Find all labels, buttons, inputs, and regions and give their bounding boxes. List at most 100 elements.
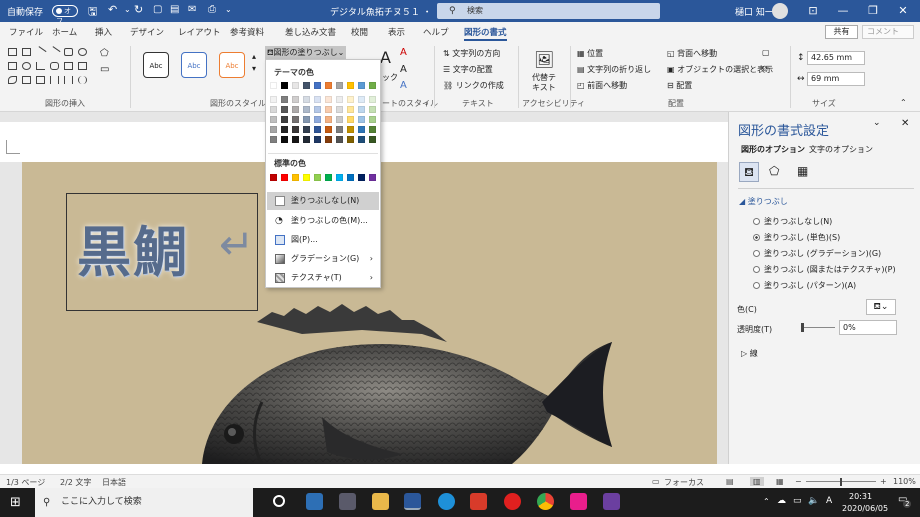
group-objects-icon[interactable]: ▢	[762, 48, 770, 57]
theme-color-shade-swatch[interactable]	[270, 96, 277, 103]
pane-close-icon[interactable]: ✕	[901, 118, 909, 129]
theme-color-shade-swatch[interactable]	[303, 106, 310, 113]
theme-color-shade-swatch[interactable]	[281, 126, 288, 133]
windows-start-icon[interactable]: ⊞	[10, 495, 21, 510]
standard-color-swatch[interactable]	[303, 174, 310, 181]
task-view-icon[interactable]	[273, 495, 285, 507]
theme-color-shade-swatch[interactable]	[303, 116, 310, 123]
theme-color-swatch[interactable]	[358, 82, 365, 89]
height-input[interactable]: 42.65 mm	[807, 51, 865, 65]
theme-color-shade-swatch[interactable]	[292, 136, 299, 143]
theme-color-swatch[interactable]	[303, 82, 310, 89]
theme-color-shade-swatch[interactable]	[325, 96, 332, 103]
theme-color-shade-swatch[interactable]	[336, 116, 343, 123]
theme-color-shade-swatch[interactable]	[281, 96, 288, 103]
theme-color-shade-swatch[interactable]	[347, 116, 354, 123]
theme-color-shade-swatch[interactable]	[303, 136, 310, 143]
web-layout-icon[interactable]: ▦	[776, 477, 784, 486]
picture-fill-item[interactable]: 図(P)...	[267, 231, 379, 249]
theme-color-shade-swatch[interactable]	[358, 116, 365, 123]
taskbar-search-input[interactable]: ⚲ ここに入力して検索	[35, 488, 253, 517]
tab-view[interactable]: 表示	[388, 26, 405, 38]
comment-button[interactable]: コメント	[862, 25, 914, 39]
new-document-icon[interactable]: ▢	[153, 4, 162, 15]
edge-app-icon[interactable]	[438, 493, 455, 510]
shape-oval-icon[interactable]	[78, 48, 87, 56]
autosave-toggle[interactable]: オフ	[52, 5, 78, 25]
edit-shape-icon[interactable]: ⬠	[100, 48, 109, 59]
theme-color-shade-swatch[interactable]	[281, 116, 288, 123]
tab-insert[interactable]: 挿入	[95, 26, 112, 38]
theme-color-shade-swatch[interactable]	[336, 106, 343, 113]
word-count[interactable]: 2/2 文字	[60, 477, 91, 488]
theme-color-swatch[interactable]	[336, 82, 343, 89]
theme-color-swatch[interactable]	[347, 82, 354, 89]
undo-dropdown-icon[interactable]: ⌄	[124, 5, 131, 14]
share-button[interactable]: 共有	[825, 25, 858, 39]
bring-forward-button[interactable]: ◰ 前面へ移動	[577, 80, 627, 91]
restore-icon[interactable]: ❐	[858, 2, 888, 20]
theme-color-shade-swatch[interactable]	[369, 116, 376, 123]
tab-review[interactable]: 校閲	[351, 26, 368, 38]
theme-color-shade-swatch[interactable]	[336, 96, 343, 103]
shape-bracket-icon[interactable]	[64, 76, 73, 84]
tab-file[interactable]: ファイル	[9, 26, 43, 38]
tab-layout[interactable]: レイアウト	[178, 26, 221, 38]
wordart-text[interactable]: 黒鯛	[77, 208, 189, 287]
more-fill-colors-item[interactable]: ◔ 塗りつぶしの色(M)...	[267, 212, 379, 230]
shape-rect-icon[interactable]	[8, 48, 17, 56]
theme-color-shade-swatch[interactable]	[292, 106, 299, 113]
tab-design[interactable]: デザイン	[130, 26, 164, 38]
fill-picture-radio[interactable]: 塗りつぶし (図またはテクスチャ)(P)	[753, 264, 896, 275]
theme-color-shade-swatch[interactable]	[358, 106, 365, 113]
theme-color-shade-swatch[interactable]	[314, 136, 321, 143]
theme-color-shade-swatch[interactable]	[347, 126, 354, 133]
app-icon[interactable]	[470, 493, 487, 510]
tab-references[interactable]: 参考資料	[230, 26, 264, 38]
standard-color-swatch[interactable]	[336, 174, 343, 181]
standard-color-swatch[interactable]	[270, 174, 277, 181]
store-app-icon[interactable]	[339, 493, 356, 510]
standard-color-swatch[interactable]	[314, 174, 321, 181]
standard-color-swatch[interactable]	[281, 174, 288, 181]
position-button[interactable]: ▦ 位置	[577, 48, 603, 59]
user-name[interactable]: 樋口 知一	[735, 5, 774, 18]
text-fill-icon[interactable]: A	[400, 47, 407, 58]
align-button[interactable]: ⊟ 配置	[667, 80, 692, 91]
theme-color-shade-swatch[interactable]	[358, 96, 365, 103]
color-picker-button[interactable]: ⛾⌄	[866, 299, 896, 315]
theme-color-shade-swatch[interactable]	[347, 136, 354, 143]
tray-expand-icon[interactable]: ⌃	[763, 497, 770, 506]
width-input[interactable]: 69 mm	[807, 72, 865, 86]
theme-color-shade-swatch[interactable]	[314, 106, 321, 113]
zoom-in-icon[interactable]: +	[880, 477, 887, 486]
theme-color-shade-swatch[interactable]	[292, 126, 299, 133]
shape-fill-button[interactable]: ⛾図形の塗りつぶし⌄	[265, 46, 347, 59]
theme-color-swatch[interactable]	[270, 82, 277, 89]
theme-color-shade-swatch[interactable]	[369, 106, 376, 113]
network-icon[interactable]: ▭	[793, 496, 802, 506]
fill-line-icon[interactable]: ⛾	[739, 162, 759, 182]
shape-freeform-icon[interactable]	[8, 76, 17, 84]
alt-text-icon[interactable]: 🖼	[534, 50, 554, 69]
standard-color-swatch[interactable]	[347, 174, 354, 181]
customize-qat-icon[interactable]: ⌄	[225, 5, 232, 14]
theme-color-swatch[interactable]	[369, 82, 376, 89]
undo-icon[interactable]: ↶	[108, 3, 117, 16]
gradient-item[interactable]: グラデーション(G) ›	[267, 250, 379, 268]
draw-textbox-icon[interactable]: ▭	[100, 64, 109, 75]
transparency-slider[interactable]	[801, 327, 835, 328]
read-mode-icon[interactable]: ▤	[726, 477, 734, 486]
shape-rounded-icon[interactable]	[64, 48, 73, 56]
theme-color-shade-swatch[interactable]	[369, 136, 376, 143]
print-icon[interactable]: ⎙	[208, 4, 216, 15]
tab-help[interactable]: ヘルプ	[423, 26, 449, 38]
theme-color-shade-swatch[interactable]	[303, 96, 310, 103]
standard-color-swatch[interactable]	[369, 174, 376, 181]
theme-color-swatch[interactable]	[292, 82, 299, 89]
theme-color-shade-swatch[interactable]	[347, 96, 354, 103]
align-text-button[interactable]: ☰ 文字の配置	[443, 64, 493, 75]
zoom-out-icon[interactable]: −	[795, 477, 802, 486]
close-icon[interactable]: ✕	[888, 2, 918, 20]
clock-time[interactable]: 20:31	[849, 492, 872, 501]
